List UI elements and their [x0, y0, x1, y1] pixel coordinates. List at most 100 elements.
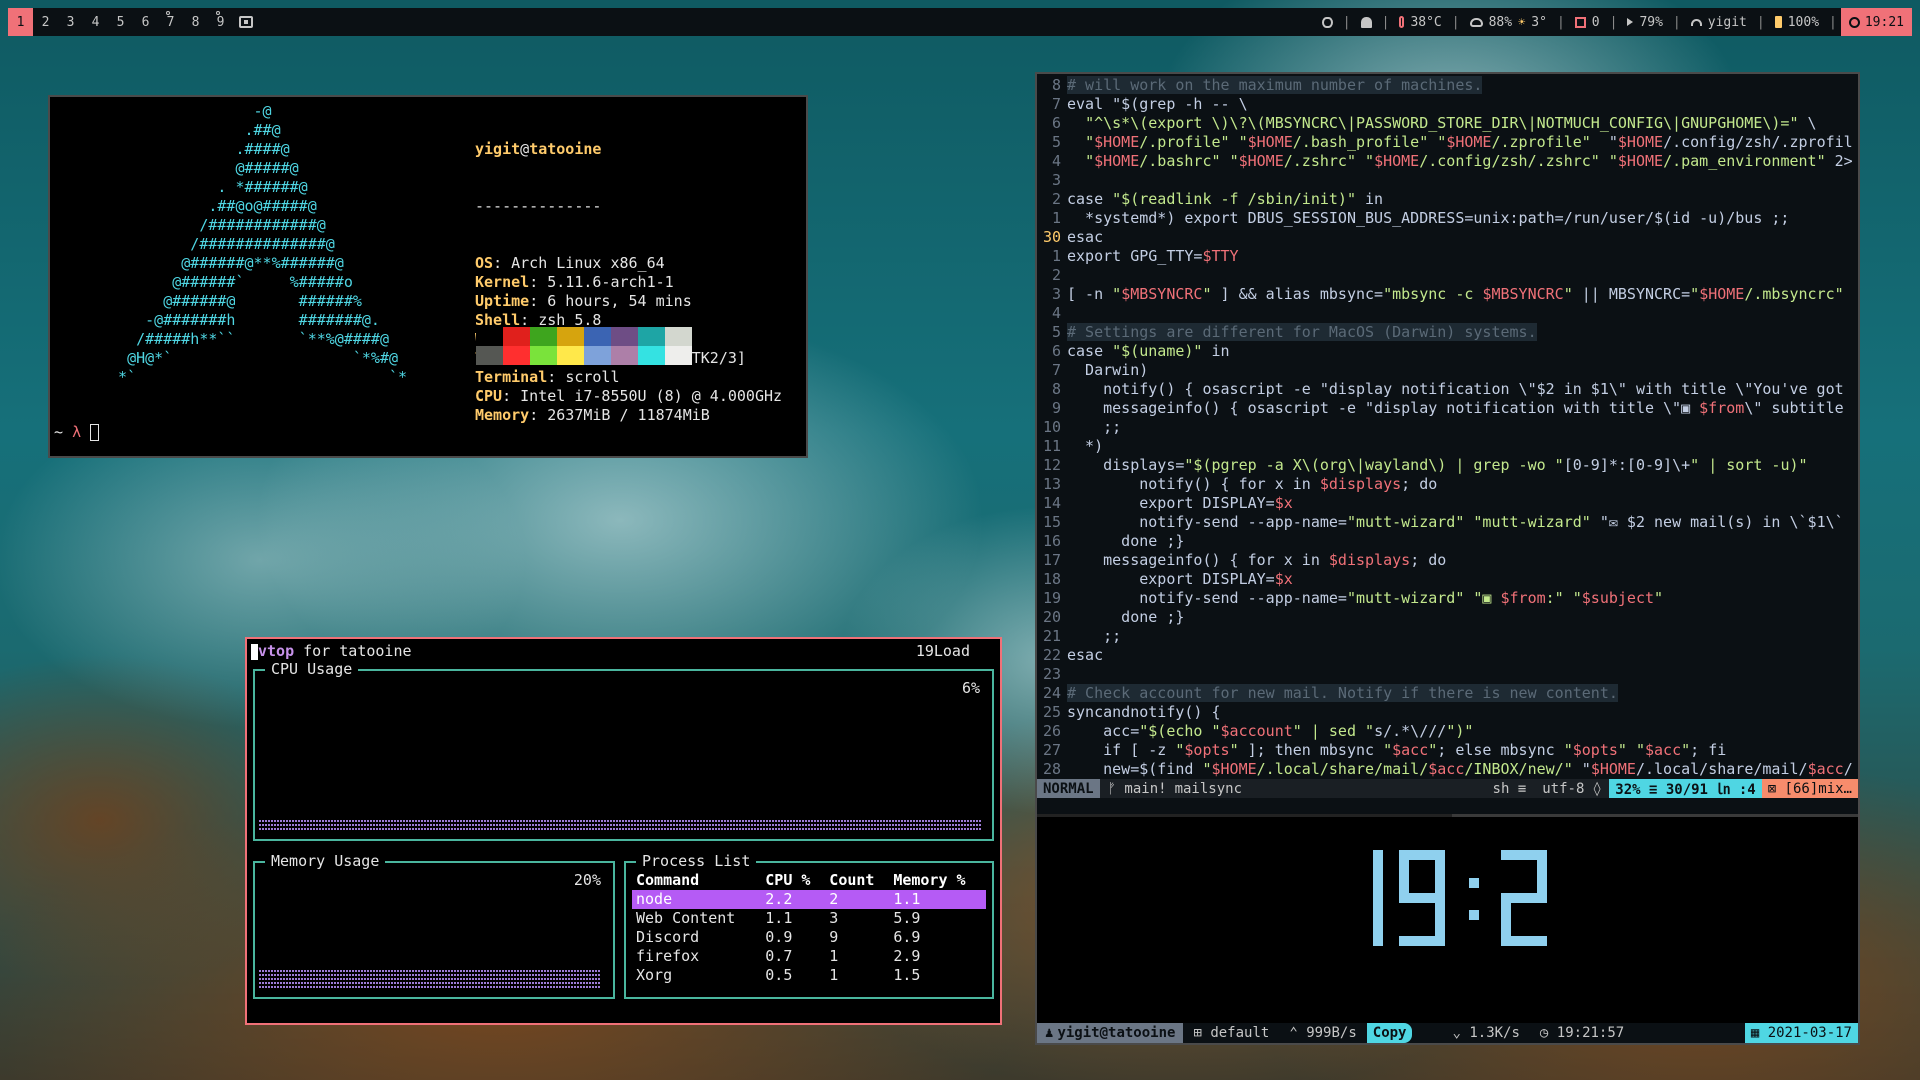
graph-dot: [916, 824, 918, 826]
graph-dot: [400, 824, 402, 826]
line-number: 14: [1042, 494, 1061, 512]
code-line[interactable]: 7 Darwin): [1037, 361, 1858, 380]
code-line[interactable]: 1 export GPG_TTY=$TTY: [1037, 247, 1858, 266]
graph-dot: [382, 828, 384, 830]
graph-dot: [526, 820, 528, 822]
process-column-header[interactable]: Memory %: [889, 871, 986, 890]
code-line[interactable]: 10 ;;: [1037, 418, 1858, 437]
palette-swatch: [557, 346, 584, 365]
tag-3[interactable]: 3: [58, 8, 83, 36]
notifications[interactable]: [1355, 16, 1378, 28]
vtop-terminal[interactable]: vtop for tatooine 19Load CPU Usage 6% Me…: [245, 637, 1002, 1025]
layout-icon[interactable]: [239, 16, 253, 28]
graph-dot: [445, 824, 447, 826]
editor-terminal[interactable]: 8 # will work on the maximum number of ma…: [1035, 72, 1860, 1045]
code-line[interactable]: 18 export DISPLAY=$x: [1037, 570, 1858, 589]
graph-dot: [415, 824, 417, 826]
process-column-header[interactable]: Count: [825, 871, 889, 890]
graph-dot: [967, 824, 969, 826]
code-line[interactable]: 27 if [ -z "$opts" ]; then mbsync "$acc"…: [1037, 741, 1858, 760]
graph-dot: [490, 828, 492, 830]
code-line[interactable]: 16 done ;}: [1037, 532, 1858, 551]
tag-9[interactable]: 9: [208, 8, 233, 36]
graph-dot: [682, 824, 684, 826]
code-line[interactable]: 1 *systemd*) export DBUS_SESSION_BUS_ADD…: [1037, 209, 1858, 228]
graph-dot: [568, 986, 570, 988]
code-line[interactable]: 5 "$HOME/.profile" "$HOME/.bash_profile"…: [1037, 133, 1858, 152]
code-line[interactable]: 25 syncandnotify() {: [1037, 703, 1858, 722]
shell-prompt[interactable]: ~ λ: [54, 423, 100, 442]
code-line[interactable]: 2: [1037, 266, 1858, 285]
code-line[interactable]: 13 notify() { for x in $displays; do: [1037, 475, 1858, 494]
code-line[interactable]: 7 eval "$(grep -h -- \: [1037, 95, 1858, 114]
code-line[interactable]: 24 # Check account for new mail. Notify i…: [1037, 684, 1858, 703]
code-line[interactable]: 15 notify-send --app-name="mutt-wizard" …: [1037, 513, 1858, 532]
volume[interactable]: 79%: [1621, 15, 1668, 30]
code-line[interactable]: 30 esac: [1037, 228, 1858, 247]
graph-dot: [964, 828, 966, 830]
code-line[interactable]: 2 case "$(readlink -f /sbin/init)" in: [1037, 190, 1858, 209]
line-number: 4: [1051, 304, 1061, 322]
neofetch-terminal[interactable]: -@ .##@ .####@ @#####@ . *######@ .##@o@…: [48, 95, 808, 458]
graph-dot: [703, 828, 705, 830]
graph-dot: [433, 982, 435, 984]
graph-dot: [781, 824, 783, 826]
tmux-session[interactable]: ⊞ default: [1183, 1025, 1279, 1041]
graph-dot: [340, 974, 342, 976]
graph-dot: [373, 970, 375, 972]
tag-1[interactable]: 1: [8, 8, 33, 36]
wifi[interactable]: yigit: [1685, 15, 1753, 30]
code-line[interactable]: 8 # will work on the maximum number of ma…: [1037, 76, 1858, 95]
code-line[interactable]: 3[ -n "$MBSYNCRC" ] && alias mbsync="mbs…: [1037, 285, 1858, 304]
graph-dot: [325, 982, 327, 984]
graph-dot: [472, 820, 474, 822]
graph-dot: [865, 820, 867, 822]
tag-2[interactable]: 2: [33, 8, 58, 36]
tag-7[interactable]: 7: [158, 8, 183, 36]
graph-dot: [460, 982, 462, 984]
code-line[interactable]: 8 notify() { osascript -e "display notif…: [1037, 380, 1858, 399]
code-line[interactable]: 6 case "$(uname)" in: [1037, 342, 1858, 361]
graph-dot: [364, 986, 366, 988]
code-line[interactable]: 12 displays="$(pgrep -a X\(org\|wayland\…: [1037, 456, 1858, 475]
graph-dot: [481, 974, 483, 976]
graph-dot: [616, 824, 618, 826]
graph-dot: [610, 820, 612, 822]
process-row[interactable]: Discord 0.9 9 6.9: [632, 928, 986, 947]
code-line[interactable]: 5 # Settings are different for MacOS (Dar…: [1037, 323, 1858, 342]
code-line[interactable]: 20 done ;}: [1037, 608, 1858, 627]
code-line[interactable]: 26 acc="$(echo "$account" | sed "s/.*\//…: [1037, 722, 1858, 741]
code-line[interactable]: 4: [1037, 304, 1858, 323]
process-row[interactable]: node 2.2 2 1.1: [632, 890, 986, 909]
process-row[interactable]: firefox 0.7 1 2.9: [632, 947, 986, 966]
tag-4[interactable]: 4: [83, 8, 108, 36]
code-line[interactable]: 14 export DISPLAY=$x: [1037, 494, 1858, 513]
code-view[interactable]: 8 # will work on the maximum number of ma…: [1037, 76, 1858, 779]
process-column-header[interactable]: Command: [632, 871, 761, 890]
code-line[interactable]: 28 new=$(find "$HOME/.local/share/mail/$…: [1037, 760, 1858, 779]
graph-dot: [325, 970, 327, 972]
graph-dot: [583, 974, 585, 976]
code-line[interactable]: 21 ;;: [1037, 627, 1858, 646]
code-line[interactable]: 11 *): [1037, 437, 1858, 456]
process-row[interactable]: Web Content 1.1 3 5.9: [632, 909, 986, 928]
code-line[interactable]: 23: [1037, 665, 1858, 684]
code-line[interactable]: 6 "^\s*\(export \)\?\(MBSYNCRC\|PASSWORD…: [1037, 114, 1858, 133]
graph-dot: [313, 986, 315, 988]
code-line[interactable]: 9 messageinfo() { osascript -e "display …: [1037, 399, 1858, 418]
code-line[interactable]: 4 "$HOME/.bashrc" "$HOME/.zshrc" "$HOME/…: [1037, 152, 1858, 171]
clock-pane[interactable]: [1037, 814, 1858, 1043]
process-row[interactable]: Xorg 0.5 1 1.5: [632, 966, 986, 985]
code-line[interactable]: 19 notify-send --app-name="mutt-wizard" …: [1037, 589, 1858, 608]
tag-8[interactable]: 8: [183, 8, 208, 36]
graph-dot: [487, 986, 489, 988]
graph-dot: [265, 978, 267, 980]
tag-5[interactable]: 5: [108, 8, 133, 36]
tag-6[interactable]: 6: [133, 8, 158, 36]
code-line[interactable]: 22 esac: [1037, 646, 1858, 665]
process-column-header[interactable]: CPU %: [761, 871, 825, 890]
graph-dot: [505, 978, 507, 980]
code-line[interactable]: 3: [1037, 171, 1858, 190]
graph-dot: [802, 828, 804, 830]
code-line[interactable]: 17 messageinfo() { for x in $displays; d…: [1037, 551, 1858, 570]
